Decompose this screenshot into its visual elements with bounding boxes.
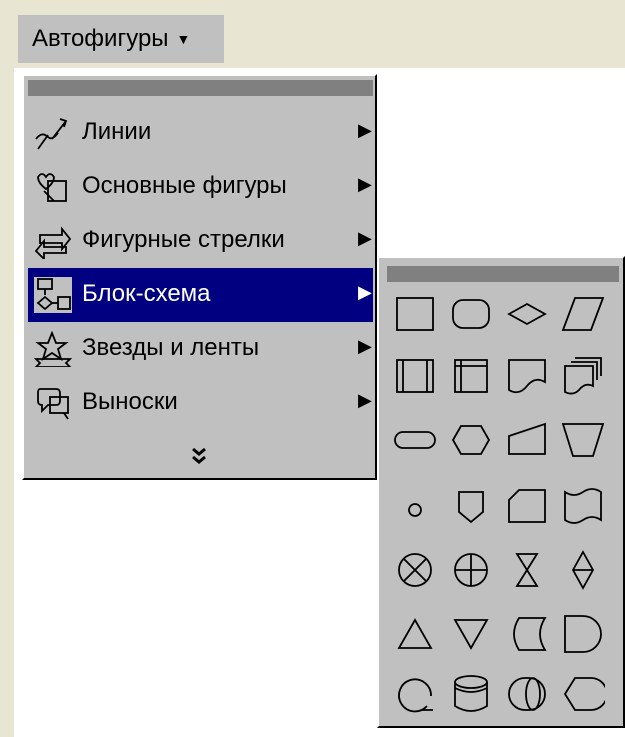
card-shape[interactable]: [505, 484, 549, 528]
menu-drag-handle[interactable]: [28, 80, 373, 96]
extract-shape[interactable]: [393, 612, 437, 656]
alternate-process-shape[interactable]: [449, 292, 493, 336]
submenu-arrow-icon: ▶: [358, 282, 372, 302]
summing-junction-shape[interactable]: [393, 548, 437, 592]
internal-storage-shape[interactable]: [449, 354, 493, 398]
menu-item-label: Линии: [82, 118, 152, 145]
menu-item-basic-shapes[interactable]: Основные фигуры ▶: [28, 160, 373, 214]
basic-shapes-icon: [37, 173, 67, 202]
collate-shape[interactable]: [505, 548, 549, 592]
menu-item-label: Звезды и ленты: [82, 334, 260, 361]
offpage-connector-shape[interactable]: [449, 484, 493, 528]
flowchart-icon: [34, 277, 72, 313]
display-shape[interactable]: [561, 672, 608, 716]
data-shape[interactable]: [561, 292, 605, 336]
menu-item-flowchart[interactable]: Блок-схема ▶: [28, 268, 373, 322]
delay-shape[interactable]: [561, 612, 605, 656]
terminator-shape[interactable]: [393, 418, 437, 462]
connector-shape[interactable]: [393, 484, 437, 528]
menu-item-lines[interactable]: Линии ▶: [28, 106, 373, 160]
lines-icon: [35, 118, 68, 150]
manual-operation-shape[interactable]: [561, 418, 605, 462]
punched-tape-shape[interactable]: [561, 484, 605, 528]
palette-drag-handle[interactable]: [387, 266, 619, 282]
menu-item-block-arrows[interactable]: Фигурные стрелки ▶: [28, 214, 373, 268]
block-arrows-icon: [34, 226, 72, 259]
submenu-arrow-icon: ▶: [358, 228, 372, 248]
sort-shape[interactable]: [561, 548, 605, 592]
flowchart-palette: [377, 256, 625, 728]
menu-item-label: Блок-схема: [82, 280, 211, 307]
menu-item-label: Основные фигуры: [82, 172, 287, 199]
triangle-down-icon: ▼: [176, 31, 191, 47]
submenu-arrow-icon: ▶: [358, 174, 372, 194]
merge-shape[interactable]: [449, 612, 493, 656]
magnetic-disk-shape[interactable]: [449, 672, 493, 716]
preparation-shape[interactable]: [449, 418, 493, 462]
sequential-access-storage-shape[interactable]: [393, 672, 437, 716]
or-shape[interactable]: [449, 548, 493, 592]
stored-data-shape[interactable]: [505, 612, 549, 656]
process-shape[interactable]: [393, 292, 437, 336]
predefined-process-shape[interactable]: [393, 354, 437, 398]
callouts-icon: [37, 388, 69, 420]
autoshapes-label: Автофигуры: [32, 25, 169, 52]
decision-shape[interactable]: [505, 292, 549, 336]
submenu-arrow-icon: ▶: [358, 120, 372, 140]
autoshapes-menu: Линии ▶ Основные фигуры ▶ Фигурные стрел…: [22, 74, 377, 480]
submenu-arrow-icon: ▶: [358, 336, 372, 356]
menu-item-label: Выноски: [82, 388, 178, 415]
double-chevron-down-icon[interactable]: [184, 444, 214, 468]
stars-banners-icon: [34, 331, 72, 367]
autoshapes-button[interactable]: Автофигуры ▼: [18, 15, 224, 63]
menu-item-stars-banners[interactable]: Звезды и ленты ▶: [28, 322, 373, 376]
menu-item-callouts[interactable]: Выноски ▶: [28, 376, 373, 430]
direct-access-storage-shape[interactable]: [505, 672, 549, 716]
menu-item-label: Фигурные стрелки: [82, 226, 285, 253]
document-shape[interactable]: [505, 354, 549, 398]
multidocument-shape[interactable]: [561, 354, 605, 398]
submenu-arrow-icon: ▶: [358, 390, 372, 410]
manual-input-shape[interactable]: [505, 418, 549, 462]
